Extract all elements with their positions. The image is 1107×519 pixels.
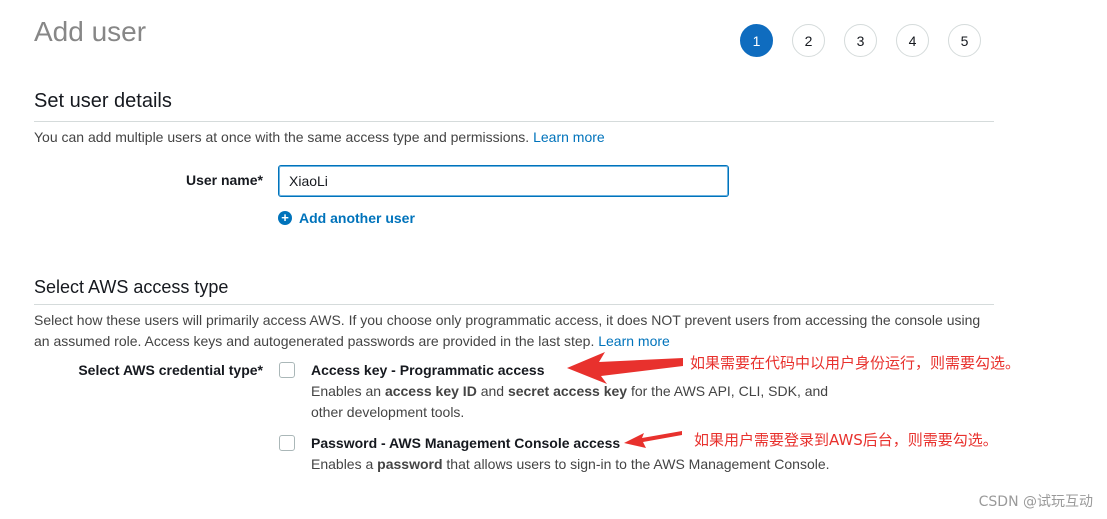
step-3[interactable]: 3 [844, 24, 877, 57]
access-description-text: Select how these users will primarily ac… [34, 312, 981, 349]
annotation-note-1: 如果需要在代码中以用户身份运行，则需要勾选。 [690, 354, 1021, 372]
details-learn-more-link[interactable]: Learn more [533, 129, 605, 145]
password-checkbox[interactable] [279, 435, 295, 451]
add-another-user-label: Add another user [299, 210, 415, 226]
details-description-text: You can add multiple users at once with … [34, 129, 530, 145]
annotation-arrow-2 [624, 431, 682, 448]
password-option-description: Enables a password that allows users to … [311, 454, 911, 475]
watermark: CSDN @试玩互动 [978, 494, 1093, 510]
access-description: Select how these users will primarily ac… [34, 310, 994, 352]
add-user-page: Add user 1 2 3 4 5 Set user details You … [0, 0, 1107, 519]
access-key-option-title: Access key - Programmatic access [311, 362, 545, 378]
annotation-arrow-1 [567, 352, 683, 384]
password-option-title: Password - AWS Management Console access [311, 435, 621, 451]
details-description: You can add multiple users at once with … [34, 127, 994, 148]
access-key-option-description: Enables an access key ID and secret acce… [311, 381, 841, 423]
step-5[interactable]: 5 [948, 24, 981, 57]
set-user-details-heading: Set user details [34, 90, 172, 112]
desc-bold: password [377, 456, 443, 472]
page-title: Add user [34, 16, 147, 47]
access-key-checkbox[interactable] [279, 362, 295, 378]
desc-text: Enables an [311, 383, 385, 399]
desc-text: Enables a [311, 456, 378, 472]
wizard-steps: 1 2 3 4 5 [740, 24, 1000, 57]
plus-circle-icon: + [278, 211, 292, 225]
desc-text: and [476, 383, 508, 399]
username-label: User name* [185, 172, 263, 188]
add-another-user-button[interactable]: + Add another user [278, 210, 415, 226]
step-1[interactable]: 1 [740, 24, 773, 57]
select-access-type-heading: Select AWS access type [34, 277, 229, 297]
access-learn-more-link[interactable]: Learn more [598, 333, 670, 349]
desc-text: that allows users to sign-in to the AWS … [442, 456, 830, 472]
credential-type-label: Select AWS credential type* [78, 362, 263, 378]
desc-bold: access key ID [384, 383, 477, 399]
step-2[interactable]: 2 [792, 24, 825, 57]
username-input[interactable] [278, 165, 729, 197]
section-divider [34, 121, 994, 122]
annotation-note-2: 如果用户需要登录到AWS后台，则需要勾选。 [694, 431, 998, 449]
section-divider [34, 304, 994, 305]
step-4[interactable]: 4 [896, 24, 929, 57]
